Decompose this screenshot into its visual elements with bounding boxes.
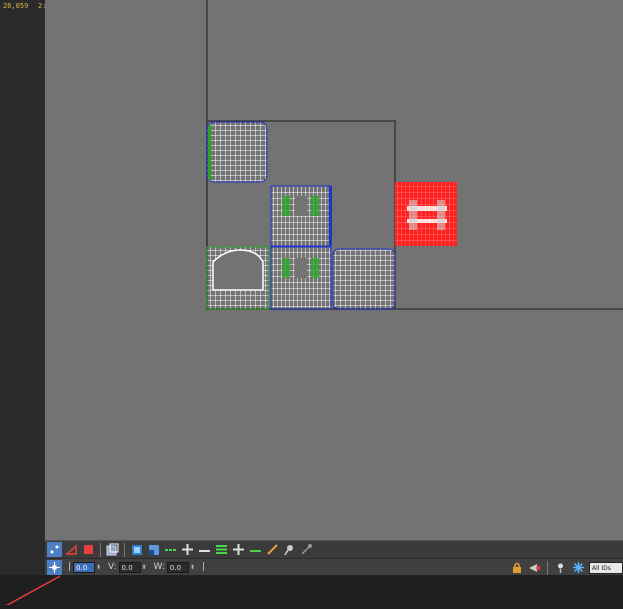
pan-icon[interactable] <box>527 560 542 575</box>
select-edge-icon[interactable] <box>64 542 79 557</box>
divider <box>100 542 101 557</box>
brush-icon[interactable] <box>299 542 314 557</box>
paint-icon[interactable] <box>265 542 280 557</box>
move-cross-icon[interactable] <box>180 542 195 557</box>
transform-mode-icon[interactable] <box>47 559 62 575</box>
show-map-icon[interactable] <box>129 542 144 557</box>
uv-island-top[interactable] <box>206 121 268 183</box>
uv-island-bottom-right[interactable] <box>332 248 396 310</box>
uv-island-center-top[interactable] <box>270 185 332 247</box>
v-spinner-icon[interactable]: ⬍ <box>141 564 148 571</box>
stack-icon[interactable] <box>214 542 229 557</box>
select-face-icon[interactable] <box>81 542 96 557</box>
w-label: W: <box>153 562 165 572</box>
uv-island-bottom-center[interactable] <box>270 246 332 310</box>
status-right-tools: All IDs <box>509 559 623 576</box>
uv-toolbar-primary <box>45 540 623 558</box>
select-vertex-icon[interactable] <box>47 542 62 557</box>
uv-canvas[interactable] <box>45 0 623 540</box>
snowflake-icon[interactable] <box>571 560 586 575</box>
left-panel: 26,059 2: <box>0 0 46 605</box>
uv-toolbar-transform: | 0.0 ⬍ V: 0.0 ⬍ W: 0.0 ⬍ | All IDs <box>45 558 623 575</box>
u-separator: | <box>68 562 72 572</box>
bottom-area <box>0 574 623 609</box>
v-field[interactable]: 0.0 <box>118 561 141 573</box>
u-spinner-icon[interactable]: ⬍ <box>95 564 102 571</box>
id-filter-dropdown[interactable]: All IDs <box>589 561 623 574</box>
divider <box>124 542 125 557</box>
w-field[interactable]: 0.0 <box>166 561 189 573</box>
light-icon[interactable] <box>553 560 568 575</box>
lock-icon[interactable] <box>509 560 524 575</box>
divider <box>547 560 548 575</box>
separator: | <box>201 562 205 572</box>
w-spinner-icon[interactable]: ⬍ <box>189 564 196 571</box>
pin-icon[interactable] <box>282 542 297 557</box>
uv-editor-viewport[interactable] <box>45 0 623 540</box>
u-field[interactable]: 0.0 <box>73 561 96 573</box>
annotation-arrow-icon <box>0 574 63 609</box>
element-icon[interactable] <box>105 542 120 557</box>
line-h-icon[interactable] <box>197 542 212 557</box>
uv-island-selected[interactable] <box>395 182 457 246</box>
align-h-icon[interactable] <box>163 542 178 557</box>
line-h2-icon[interactable] <box>248 542 263 557</box>
uv-island-bottom-left[interactable] <box>206 246 270 310</box>
ruler-value: 26,059 <box>3 2 29 10</box>
display-icon[interactable] <box>146 542 161 557</box>
v-label: V: <box>108 562 117 572</box>
move-cross2-icon[interactable] <box>231 542 246 557</box>
